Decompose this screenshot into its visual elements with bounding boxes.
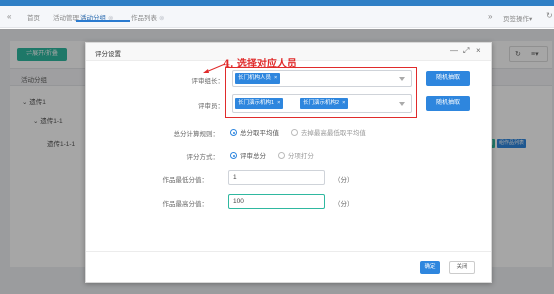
maximize-icon[interactable]: ⤢ [463,46,469,56]
chevron-down-icon [399,76,405,81]
double-chevron-right-icon[interactable]: » [488,12,492,21]
calc-option-average[interactable]: 总分取平均值 [230,127,279,137]
tab-label: 作品列表 [131,15,157,22]
random-draw-leader-button[interactable]: 随机抽取 [426,71,470,86]
radio-unchecked-icon [277,152,285,159]
option-label: 分项打分 [287,153,314,160]
selected-chip: 长门机构人员 × [235,73,281,84]
dialog-title: 评分设置 [95,51,121,58]
scoring-method-radio-group: 评审总分 分项打分 [230,150,324,160]
option-label: 评审总分 [240,153,266,160]
scoring-settings-dialog: 评分设置 — ⤢ × 4. 选择对应人员 评审组长： 长门机构人员 × 随机抽取 … [85,42,492,283]
leader-label: 评审组长： [191,78,225,85]
refresh-icon[interactable]: ↻ [546,11,553,20]
double-chevron-left-icon[interactable]: « [7,12,11,21]
option-label: 总分取平均值 [240,130,279,137]
selected-chip: 长门演示机构2 × [300,98,349,109]
tab-bar: « 首页 活动管理 ⊗ 活动分组 ⊗ 作品列表 ⊗ » 页签操作▾ ↻ [0,6,554,28]
chip-remove-icon[interactable]: × [277,100,280,106]
scoring-method-label: 评分方式： [186,154,220,161]
option-label: 去掉最高最低取平均值 [300,130,366,137]
radio-checked-icon [230,129,237,136]
chevron-down-icon: ▾ [529,16,533,23]
page-ops-dropdown[interactable]: 页签操作▾ [503,13,532,23]
tab-close-icon[interactable]: ⊗ [159,15,164,22]
calc-option-trimmed-average[interactable]: 去掉最高最低取平均值 [290,127,366,137]
close-button[interactable]: 关闭 [449,261,475,274]
max-score-input[interactable]: 100 [228,194,325,209]
random-draw-members-button[interactable]: 随机抽取 [426,96,470,111]
close-icon[interactable]: × [476,46,481,55]
chip-label: 长门演示机构2 [303,100,340,106]
leader-select[interactable]: 长门机构人员 × [232,70,412,87]
tab-works-list[interactable]: 作品列表 ⊗ [131,12,164,22]
chevron-down-icon [399,101,405,106]
selected-chip: 长门演示机构1 × [235,98,284,109]
calc-rule-radio-group: 总分取平均值 去掉最高最低取平均值 [230,127,376,137]
radio-checked-icon [230,152,237,159]
min-score-unit: （分） [334,177,354,184]
chip-label: 长门机构人员 [238,75,272,81]
members-select[interactable]: 长门演示机构1 × 长门演示机构2 × [232,94,412,113]
chip-remove-icon[interactable]: × [274,75,277,81]
method-option-total[interactable]: 评审总分 [230,150,266,160]
confirm-button[interactable]: 确定 [420,261,440,274]
dialog-footer: 确定 关闭 [86,251,491,282]
chip-remove-icon[interactable]: × [342,100,345,106]
page-ops-label: 页签操作 [503,16,529,23]
calc-rule-label: 总分计算规则： [173,131,220,138]
radio-unchecked-icon [290,129,298,136]
chip-label: 长门演示机构1 [238,100,275,106]
max-score-unit: （分） [334,201,354,208]
tab-label: 首页 [27,15,40,22]
tab-home[interactable]: 首页 [27,12,40,22]
max-score-label: 作品最高分值： [162,201,209,208]
min-score-label: 作品最低分值： [162,177,209,184]
minimize-icon[interactable]: — [450,46,458,55]
active-tab-indicator [76,20,130,22]
min-score-input[interactable]: 1 [228,170,325,185]
members-label: 评审员： [198,103,224,110]
method-option-itemized[interactable]: 分项打分 [277,150,314,160]
